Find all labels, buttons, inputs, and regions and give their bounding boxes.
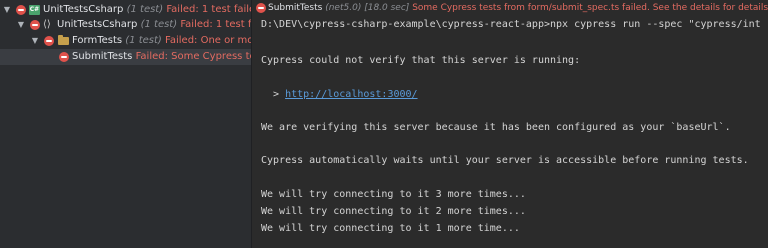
namespace-icon: ⟨⟩: [43, 19, 51, 30]
console-command-line: D:\DEV\cypress-csharp-example\cypress-re…: [261, 19, 761, 30]
console-line-verify: Cypress could not verify that this serve…: [261, 55, 581, 66]
tree-row-name: FormTests: [72, 35, 123, 46]
tree-row-name: UnitTestsCsharp: [43, 4, 124, 15]
console-line-retry-1: We will try connecting to it 1 more time…: [261, 223, 520, 234]
tree-row-class[interactable]: ▼ FormTests (1 test) Failed: One or more…: [0, 33, 251, 49]
tree-row-label: SubmitTests Failed: Some Cypress tests f…: [72, 49, 251, 65]
failed-icon: [30, 20, 40, 30]
failed-icon: [59, 52, 69, 62]
tree-row-meta: (1 test): [125, 35, 162, 46]
failed-icon: [44, 36, 54, 46]
failed-icon: [256, 3, 266, 13]
console-line-retry-2: We will try connecting to it 2 more time…: [261, 206, 526, 217]
tree-row-label: UnitTestsCsharp (1 test) Failed: 1 test …: [57, 17, 251, 33]
tree-row-name: SubmitTests: [72, 51, 133, 62]
output-test-meta: (net5.0): [325, 3, 362, 13]
folder-icon: [58, 35, 69, 45]
output-test-message: Some Cypress tests from form/submit_spec…: [412, 3, 768, 13]
chevron-down-icon[interactable]: ▼: [17, 17, 25, 33]
tree-row-label: FormTests (1 test) Failed: One or more c…: [72, 33, 251, 49]
localhost-link[interactable]: http://localhost:3000/: [285, 89, 417, 100]
tree-row-name: UnitTestsCsharp: [57, 19, 138, 30]
test-output-console[interactable]: SubmitTests (net5.0) [18.0 sec] Some Cyp…: [252, 0, 768, 248]
tree-row-namespace[interactable]: ▼ ⟨⟩ UnitTestsCsharp (1 test) Failed: 1 …: [0, 17, 251, 33]
console-line-reason: We are verifying this server because it …: [261, 122, 731, 133]
tree-row-status: Failed: 1 test failed: [166, 4, 251, 15]
failed-icon: [16, 5, 26, 15]
link-prefix: >: [261, 89, 286, 100]
csharp-project-icon: C#: [29, 5, 40, 15]
tree-row-status: Failed: One or more child test: [165, 35, 251, 46]
tree-row-meta: (1 test): [126, 4, 164, 15]
tree-row-status: Failed: Some Cypress tests fro: [135, 51, 251, 62]
chevron-down-icon[interactable]: ▼: [31, 33, 39, 49]
test-explorer-tree: ▼ C# UnitTestsCsharp (1 test) Failed: 1 …: [0, 0, 251, 248]
console-line-wait: Cypress automatically waits until your s…: [261, 155, 749, 166]
tree-row-meta: (1 test): [140, 19, 178, 30]
chevron-down-icon[interactable]: ▼: [3, 2, 11, 18]
tree-row-status: Failed: 1 test failed: [180, 19, 251, 30]
output-test-duration: [18.0 sec]: [364, 3, 410, 13]
tree-row-test[interactable]: SubmitTests Failed: Some Cypress tests f…: [0, 49, 251, 65]
tree-row-label: UnitTestsCsharp (1 test) Failed: 1 test …: [43, 2, 251, 18]
tree-row-project[interactable]: ▼ C# UnitTestsCsharp (1 test) Failed: 1 …: [0, 2, 251, 18]
console-line-link: > http://localhost:3000/: [261, 86, 418, 103]
output-header-text: SubmitTests (net5.0) [18.0 sec] Some Cyp…: [268, 0, 768, 16]
output-header: SubmitTests (net5.0) [18.0 sec] Some Cyp…: [252, 0, 768, 16]
output-test-name: SubmitTests: [268, 3, 323, 13]
console-line-retry-3: We will try connecting to it 3 more time…: [261, 189, 526, 200]
